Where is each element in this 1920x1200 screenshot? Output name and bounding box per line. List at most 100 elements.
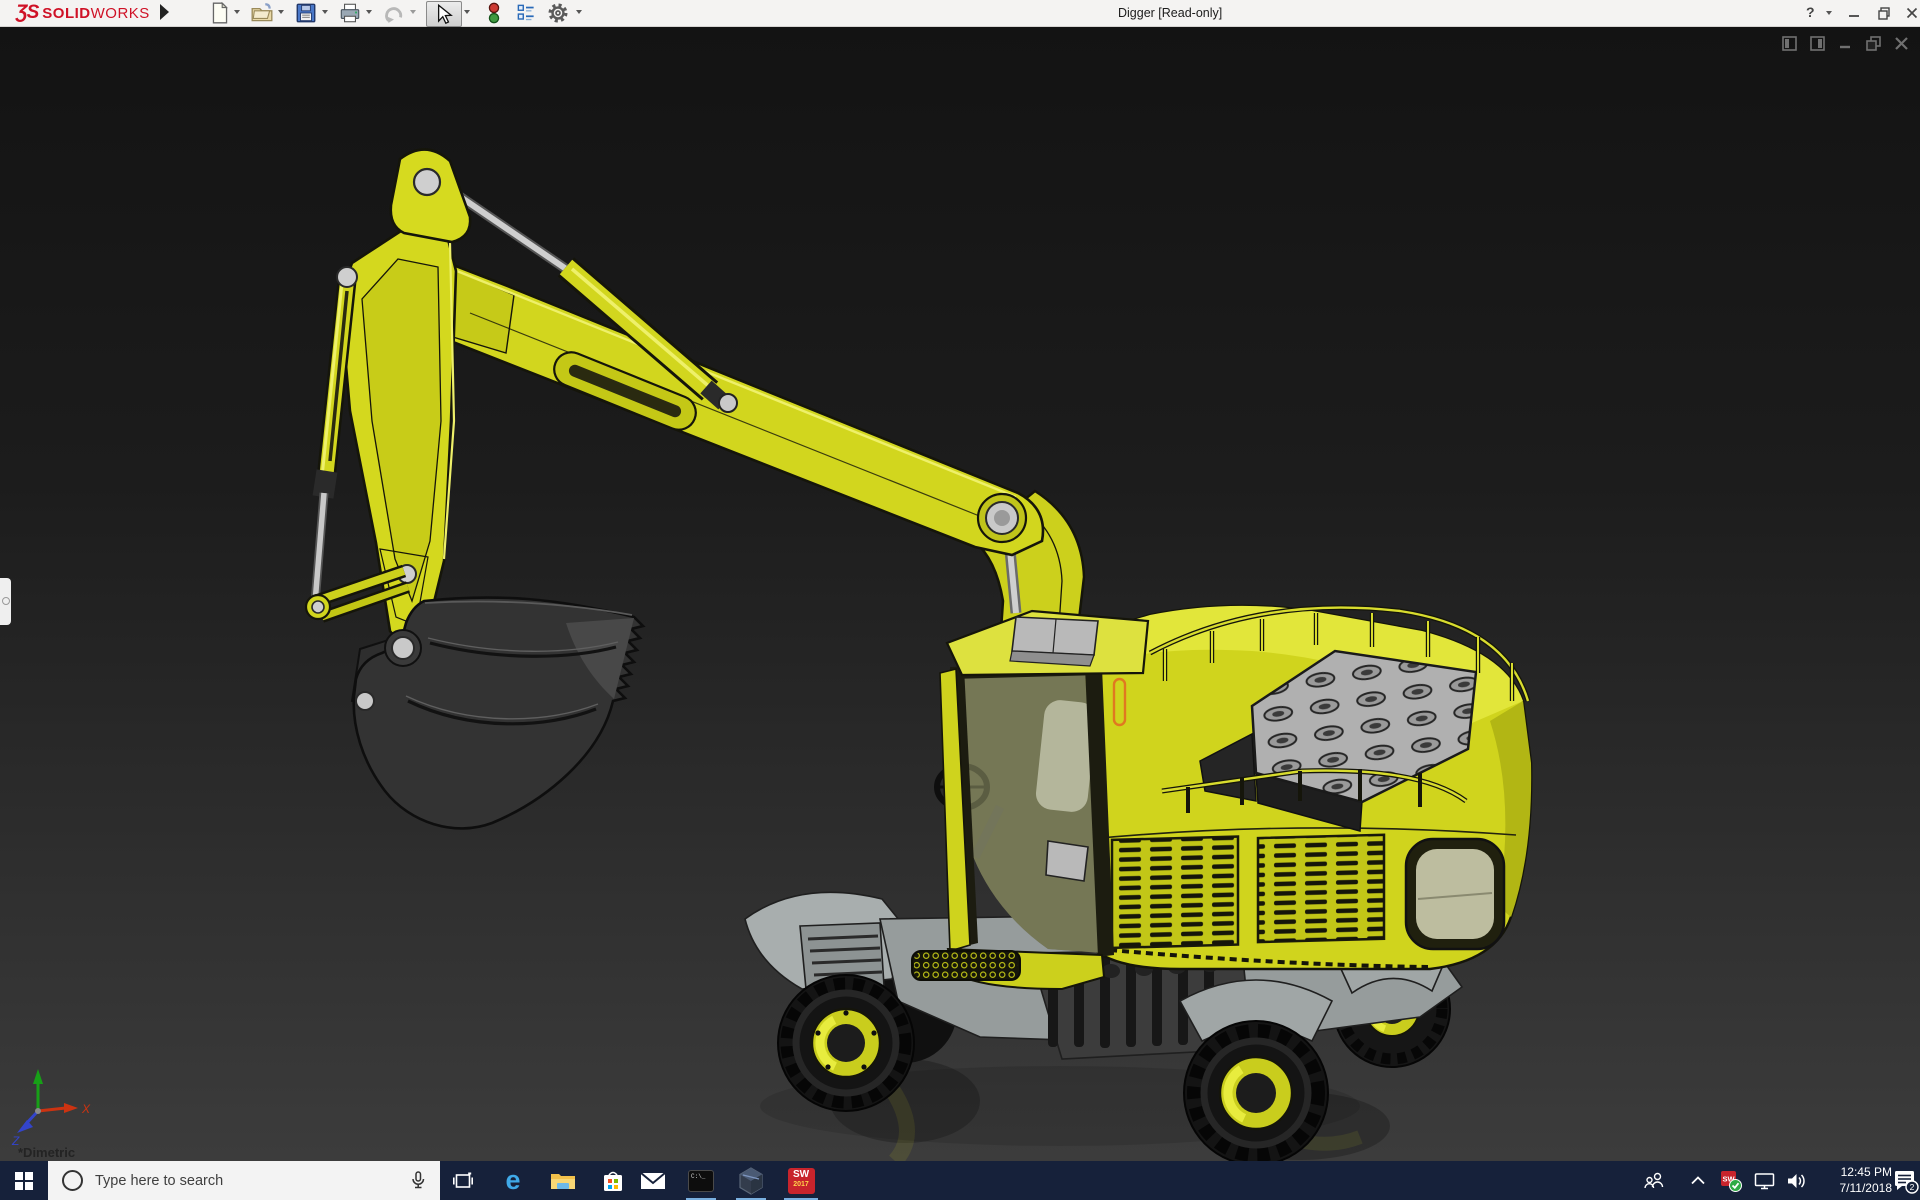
file-properties-button[interactable]: [514, 1, 538, 25]
select-tool-button[interactable]: [426, 1, 462, 27]
doc-minimize-icon[interactable]: [1837, 35, 1854, 52]
close-icon: [1906, 7, 1918, 19]
search-placeholder: Type here to search: [95, 1172, 224, 1189]
cad-app-icon: [739, 1166, 763, 1195]
task-view-icon: [453, 1172, 473, 1188]
mail-button[interactable]: [630, 1161, 676, 1200]
cad-app-button[interactable]: [728, 1161, 774, 1200]
undo-caret[interactable]: [410, 10, 416, 14]
pane-right-icon[interactable]: [1809, 35, 1826, 52]
store-icon: [604, 1171, 622, 1191]
open-button[interactable]: [250, 1, 274, 25]
undo-button[interactable]: [382, 1, 406, 25]
view-orientation-label: *Dimetric: [18, 1145, 76, 1160]
gear-icon: [548, 3, 568, 23]
task-view-button[interactable]: [440, 1161, 486, 1200]
solidworks-2017-button[interactable]: SW 2017: [778, 1161, 824, 1200]
solidworks-logo-bold: SOLID: [42, 4, 91, 22]
solidworks-2017-icon: SW 2017: [787, 1167, 815, 1194]
solidworks-logo: ƷS SOLID WORKS: [16, 2, 150, 24]
file-properties-icon: [517, 4, 534, 21]
apex-pin: [412, 167, 442, 197]
document-window-controls: [1781, 35, 1910, 52]
action-center-button[interactable]: 2: [1892, 1161, 1920, 1200]
taskbar-search[interactable]: Type here to search: [48, 1161, 440, 1200]
solidworks-logo-light: WORKS: [90, 4, 150, 22]
front-right-wheel[interactable]: [1183, 1020, 1329, 1166]
bucket-pivot-pin: [391, 636, 415, 660]
mail-icon: [640, 1171, 666, 1189]
open-caret[interactable]: [278, 10, 284, 14]
orientation-triad: X Z: [11, 1069, 91, 1148]
new-document-button[interactable]: [208, 1, 232, 25]
windows-logo-icon: [15, 1171, 33, 1190]
3d-model-canvas[interactable]: X Z: [0, 27, 1920, 1167]
menu-flyout-arrow-icon[interactable]: [160, 4, 169, 20]
save-button[interactable]: [294, 1, 318, 25]
excavator-model[interactable]: X Z: [11, 148, 1533, 1167]
roof-vent-box: [1009, 616, 1099, 667]
z-axis-arrow: [17, 1120, 33, 1133]
stoplight-icon: [488, 2, 500, 14]
file-explorer-icon: [551, 1173, 575, 1189]
doc-close-icon[interactable]: [1893, 35, 1910, 52]
file-explorer-button[interactable]: [540, 1161, 586, 1200]
close-button[interactable]: [1904, 5, 1920, 21]
minimize-button[interactable]: [1846, 5, 1862, 21]
doc-restore-icon[interactable]: [1865, 35, 1882, 52]
graphics-area[interactable]: X Z *Dimetric: [0, 27, 1920, 1167]
solidworks-monitor-tray[interactable]: SW: [1714, 1161, 1748, 1200]
restore-button[interactable]: [1876, 5, 1892, 21]
solidworks-check-icon: SW: [1721, 1170, 1742, 1192]
command-prompt-button[interactable]: C:\_: [678, 1161, 724, 1200]
taskbar: Type here to search e C:\_ SW 2017 SW 12…: [0, 1161, 1920, 1200]
y-axis-arrow: [33, 1069, 43, 1084]
save-caret[interactable]: [322, 10, 328, 14]
speaker-icon: [1787, 1173, 1805, 1188]
options-caret[interactable]: [576, 10, 582, 14]
front-skirt-vent: [911, 950, 1021, 981]
help-button[interactable]: ?: [1806, 4, 1815, 20]
solidworks-logo-mark: ƷS: [16, 2, 39, 23]
network-tray-button[interactable]: [1748, 1161, 1780, 1200]
rebuild-stoplight-button[interactable]: [482, 1, 506, 25]
tray-time: 12:45 PM: [1840, 1165, 1892, 1179]
print-button[interactable]: [338, 1, 362, 25]
door-window: [1045, 840, 1089, 882]
tab-dot-icon: [2, 597, 10, 605]
bucket[interactable]: [350, 596, 646, 830]
edge-button[interactable]: e: [490, 1161, 536, 1200]
edge-icon: e: [505, 1165, 521, 1195]
select-cursor-icon: [437, 3, 453, 25]
clock[interactable]: 12:45 PM 7/11/2018: [1816, 1164, 1893, 1196]
network-icon: [1754, 1172, 1774, 1189]
start-button[interactable]: [0, 1161, 48, 1200]
print-caret[interactable]: [366, 10, 372, 14]
people-button[interactable]: [1636, 1161, 1672, 1200]
feature-manager-collapsed-tab[interactable]: [0, 578, 11, 625]
cab-glass: [958, 669, 1102, 953]
action-center-icon: 2: [1895, 1170, 1919, 1194]
microphone-icon[interactable]: [408, 1170, 428, 1190]
volume-tray-button[interactable]: [1780, 1161, 1812, 1200]
window-title: Digger [Read-only]: [1118, 6, 1223, 20]
cortana-icon: [62, 1170, 83, 1191]
minimize-icon: [1849, 15, 1859, 17]
screen: ƷS SOLID WORKS Digger [Read-only] ? X Z …: [0, 0, 1920, 1200]
x-axis-label: X: [81, 1102, 91, 1116]
titlebar: ƷS SOLID WORKS Digger [Read-only] ?: [0, 0, 1920, 27]
people-icon: [1644, 1172, 1664, 1188]
restore-icon: [1878, 7, 1890, 20]
x-axis-arrow: [64, 1103, 78, 1113]
options-button[interactable]: [546, 1, 570, 25]
command-prompt-icon: C:\_: [688, 1169, 714, 1192]
front-left-wheel[interactable]: [777, 974, 915, 1112]
arm-head: [389, 148, 472, 244]
new-document-caret[interactable]: [234, 10, 240, 14]
pane-left-icon[interactable]: [1781, 35, 1798, 52]
help-caret[interactable]: [1826, 11, 1832, 15]
select-caret[interactable]: [464, 10, 470, 14]
notification-badge: 2: [1910, 1182, 1915, 1192]
tray-date: 7/11/2018: [1839, 1181, 1893, 1195]
tray-overflow-button[interactable]: [1682, 1161, 1714, 1200]
